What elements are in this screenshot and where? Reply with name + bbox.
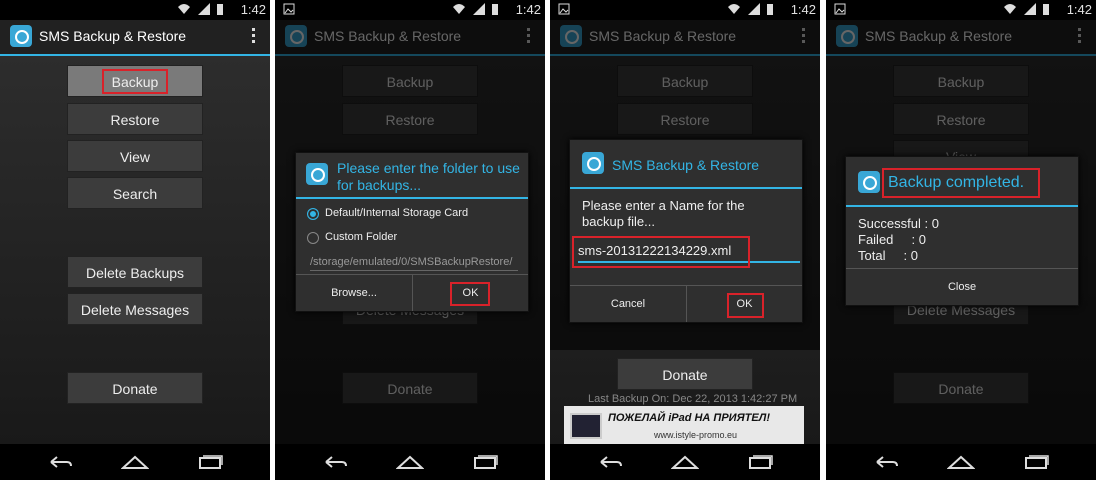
back-icon[interactable] — [47, 454, 73, 470]
cancel-button[interactable]: Cancel — [570, 286, 687, 322]
overflow-menu-icon[interactable] — [252, 28, 256, 46]
battery-icon — [492, 4, 498, 15]
navigation-bar — [0, 444, 270, 480]
image-notification-icon — [834, 3, 846, 15]
dialog-divider — [570, 187, 802, 189]
folder-dialog: Please enter the folder to use for backu… — [295, 152, 529, 312]
recents-icon[interactable] — [198, 454, 224, 470]
dialog-title: SMS Backup & Restore — [612, 157, 760, 173]
status-time: 1:42 — [1066, 2, 1092, 17]
home-icon[interactable] — [121, 454, 149, 470]
home-icon[interactable] — [671, 454, 699, 470]
last-backup-text: Last Backup On: Dec 22, 2013 1:42:27 PM — [588, 393, 798, 405]
donate-button[interactable]: Donate — [67, 372, 203, 404]
battery-icon — [767, 4, 773, 15]
ad-banner[interactable]: ПОЖЕЛАЙ iPad НА ПРИЯТЕЛ! www.istyle-prom… — [564, 406, 804, 444]
signal-icon — [747, 3, 760, 15]
image-notification-icon — [283, 3, 295, 15]
highlight-box — [727, 293, 764, 318]
recents-icon[interactable] — [473, 454, 499, 470]
custom-folder-label: Custom Folder — [325, 231, 398, 243]
dialog-buttons: Cancel OK — [570, 285, 802, 322]
main-content: Backup Restore View Search Delete Backup… — [0, 56, 270, 444]
status-time: 1:42 — [790, 2, 816, 17]
highlight-box — [102, 69, 168, 94]
search-button[interactable]: Search — [67, 177, 203, 209]
signal-icon — [472, 3, 485, 15]
status-icons — [725, 3, 774, 21]
failed-count: Failed : 0 — [858, 232, 926, 247]
signal-icon — [197, 3, 210, 15]
dialog-app-icon — [306, 163, 328, 185]
status-time: 1:42 — [240, 2, 266, 17]
phone-screen-backup-completed: 1:42 SMS Backup & Restore Backup Restore… — [826, 0, 1096, 480]
close-button[interactable]: Close — [846, 269, 1078, 305]
status-bar: 1:42 — [826, 0, 1096, 20]
wifi-icon — [728, 4, 741, 14]
phone-screen-filename-dialog: 1:42 SMS Backup & Restore Backup Restore… — [550, 0, 820, 480]
folder-path-input[interactable]: /storage/emulated/0/SMSBackupRestore/ — [310, 256, 518, 271]
wifi-icon — [453, 4, 466, 14]
status-bar: 1:42 — [0, 0, 270, 20]
app-title: SMS Backup & Restore — [39, 28, 187, 44]
donate-button[interactable]: Donate — [617, 358, 753, 390]
backup-completed-dialog: Backup completed. Successful : 0 Failed … — [845, 156, 1079, 306]
dialog-app-icon — [858, 171, 880, 193]
dialog-buttons: Browse... OK — [296, 274, 528, 311]
signal-icon — [1023, 3, 1036, 15]
recents-icon[interactable] — [1024, 454, 1050, 470]
app-icon — [10, 25, 32, 47]
dialog-app-icon — [582, 152, 604, 174]
wifi-icon — [178, 4, 191, 14]
ad-banner-url: www.istyle-promo.eu — [654, 430, 738, 440]
recents-icon[interactable] — [748, 454, 774, 470]
wifi-icon — [1004, 4, 1017, 14]
restore-button[interactable]: Restore — [67, 103, 203, 135]
dialog-buttons: Close — [846, 268, 1078, 305]
dialog-divider — [846, 205, 1078, 207]
dialog-title: Please enter the folder to use for backu… — [337, 160, 520, 193]
status-icons — [1001, 3, 1050, 21]
battery-icon — [1043, 4, 1049, 15]
ad-banner-text: ПОЖЕЛАЙ iPad НА ПРИЯТЕЛ! — [608, 412, 771, 424]
home-icon[interactable] — [396, 454, 424, 470]
status-time: 1:42 — [515, 2, 541, 17]
highlight-box — [450, 282, 490, 306]
ipad-image — [570, 413, 602, 439]
browse-button[interactable]: Browse... — [296, 275, 413, 311]
navigation-bar — [826, 444, 1096, 480]
action-bar: SMS Backup & Restore — [0, 20, 270, 56]
view-button[interactable]: View — [67, 140, 203, 172]
highlight-box — [572, 236, 750, 268]
phone-screen-main: 1:42 SMS Backup & Restore Backup Restore… — [0, 0, 270, 480]
status-icons — [450, 3, 499, 21]
filename-dialog: SMS Backup & Restore Please enter a Name… — [569, 139, 803, 323]
status-icons — [175, 3, 224, 21]
back-icon[interactable] — [873, 454, 899, 470]
delete-messages-button[interactable]: Delete Messages — [67, 293, 203, 325]
navigation-bar — [550, 444, 820, 480]
home-icon[interactable] — [947, 454, 975, 470]
back-icon[interactable] — [322, 454, 348, 470]
default-storage-radio[interactable] — [307, 208, 319, 220]
back-icon[interactable] — [597, 454, 623, 470]
image-notification-icon — [558, 3, 570, 15]
dialog-divider — [296, 197, 528, 199]
filename-prompt: Please enter a Name for the backup file.… — [582, 198, 745, 229]
custom-folder-radio[interactable] — [307, 232, 319, 244]
total-count: Total : 0 — [858, 248, 918, 263]
highlight-box — [882, 168, 1040, 198]
successful-count: Successful : 0 — [858, 216, 939, 231]
phone-screen-folder-dialog: 1:42 SMS Backup & Restore Backup Restore… — [275, 0, 545, 480]
delete-backups-button[interactable]: Delete Backups — [67, 256, 203, 288]
navigation-bar — [275, 444, 545, 480]
default-storage-label: Default/Internal Storage Card — [325, 207, 469, 219]
status-bar: 1:42 — [550, 0, 820, 20]
status-bar: 1:42 — [275, 0, 545, 20]
battery-icon — [217, 4, 223, 15]
